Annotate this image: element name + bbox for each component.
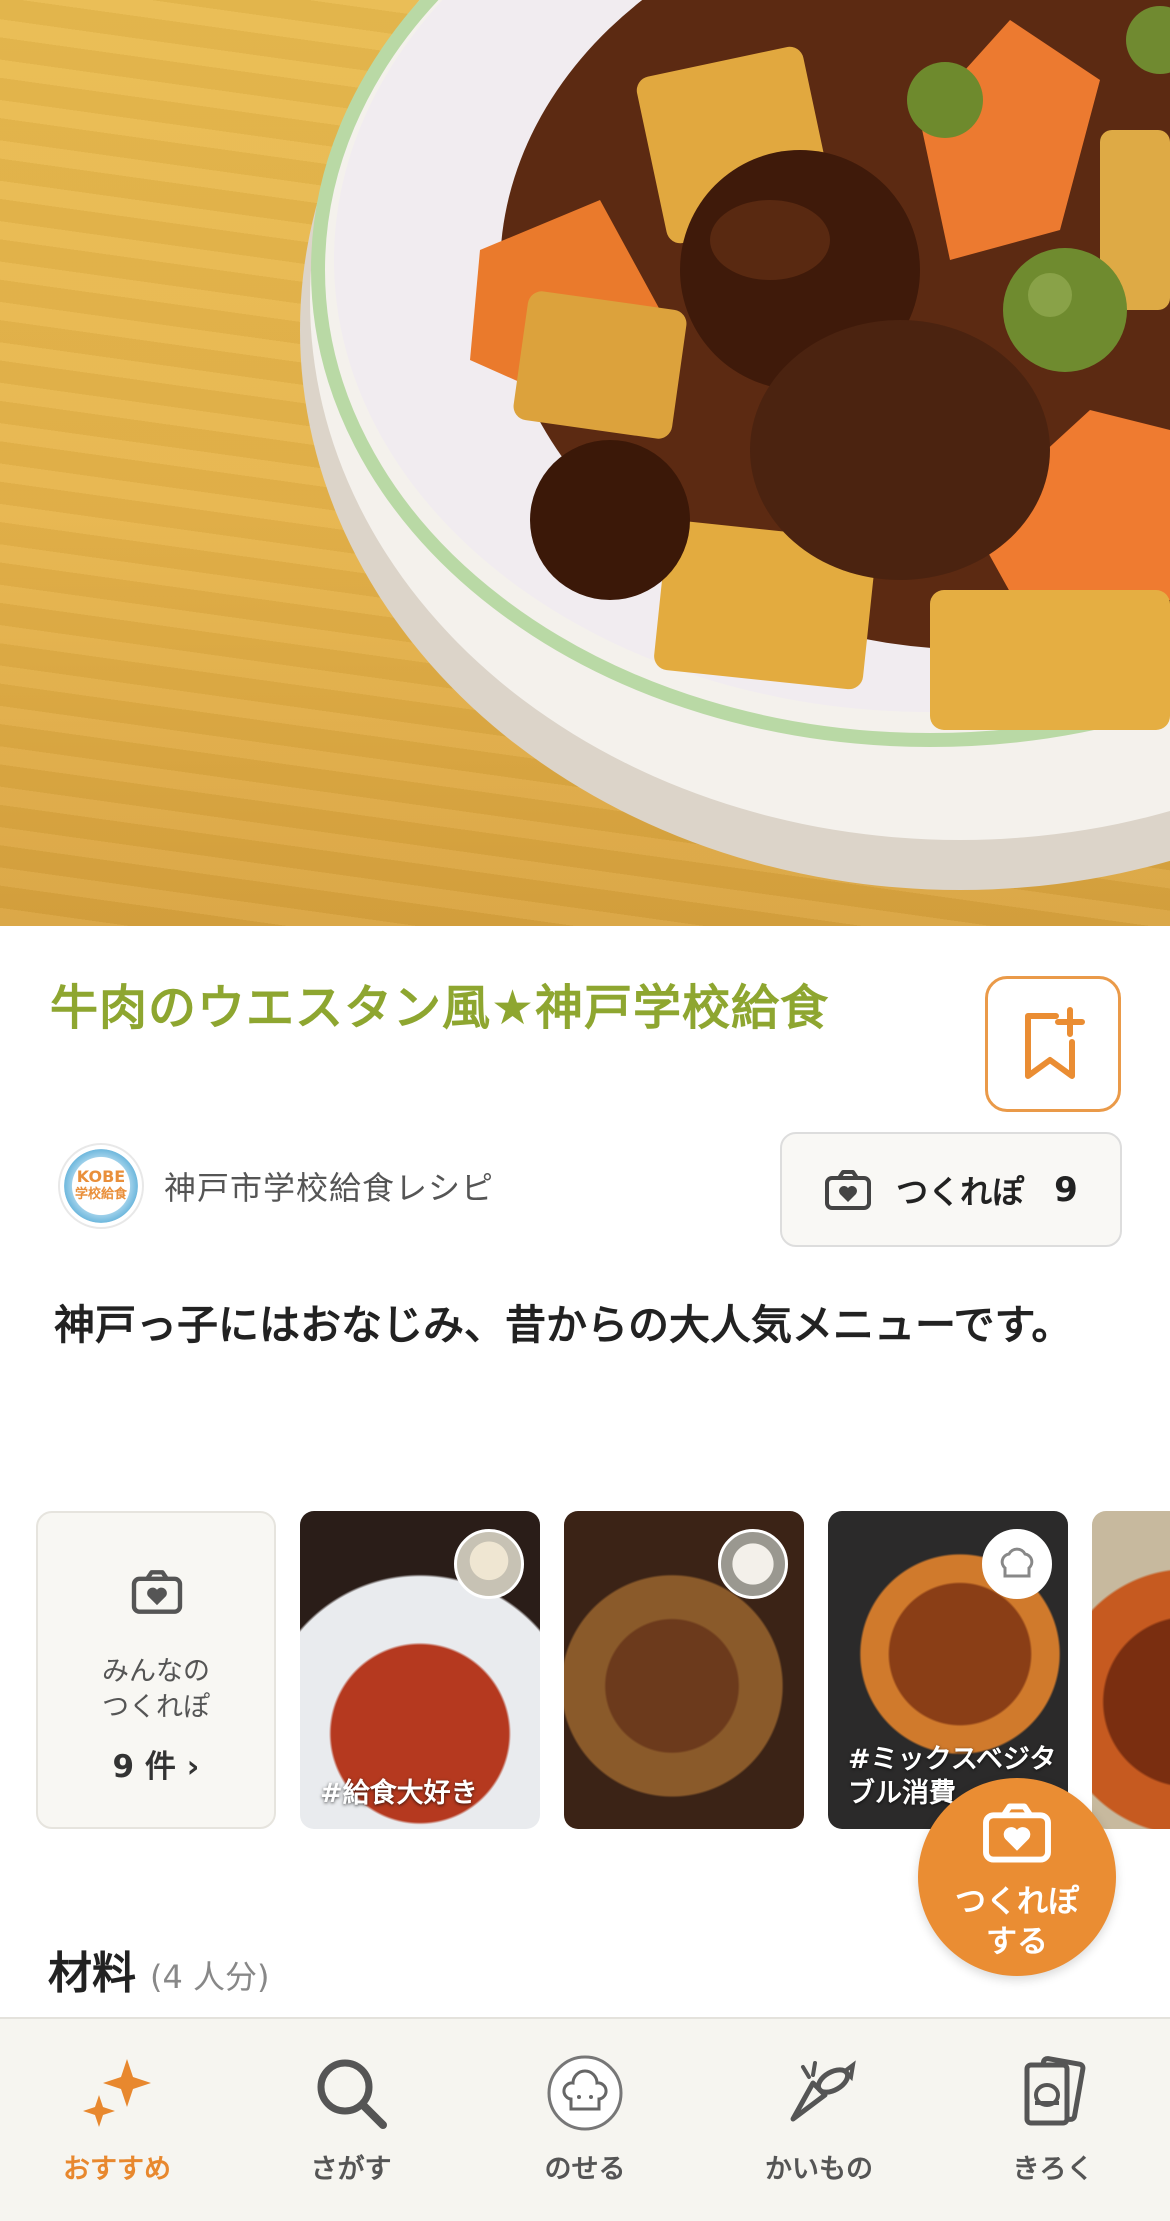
author-logo-text: KOBE (76, 1167, 126, 1186)
ingredients-header: 材料 (4 人分) (48, 1937, 270, 2001)
author-logo-subtext: 学校給食 (74, 1187, 127, 1202)
bookmark-add-button[interactable] (985, 976, 1121, 1112)
tsukurepo-thumb[interactable] (1092, 1511, 1170, 1829)
summary-line2: つくれぽ (102, 1692, 210, 1723)
tab-label: のせる (544, 2154, 626, 2185)
author-link[interactable]: KOBE 学校給食 神戸市学校給食レシピ (58, 1143, 494, 1229)
tsukurepo-thumb[interactable]: #給食大好き (300, 1511, 540, 1829)
tab-label: さがす (310, 2154, 392, 2185)
tsukurepo-count-button[interactable]: つくれぽ 9 (780, 1132, 1122, 1247)
servings-label: (4 人分) (150, 1958, 270, 1996)
author-avatar: KOBE 学校給食 (58, 1143, 144, 1229)
tab-osusume[interactable]: おすすめ (0, 2019, 234, 2221)
camera-heart-icon (825, 1169, 872, 1210)
tsukurepo-label: つくれぽ (896, 1172, 1025, 1211)
groceries-icon (790, 2060, 856, 2122)
bottom-tab-bar: おすすめ さがす のせる かいもの きろく (0, 2017, 1170, 2221)
recipe-title: 牛肉のウエスタン風★神戸学校給食 (50, 980, 830, 1036)
user-avatar (454, 1529, 524, 1599)
chef-hat-icon (547, 2055, 623, 2131)
fab-label-line2: する (986, 1924, 1048, 1960)
tab-label: おすすめ (63, 2154, 171, 2185)
chef-hat-avatar (982, 1529, 1052, 1599)
search-icon (317, 2059, 387, 2129)
summary-line1: みんなの (102, 1656, 210, 1687)
tsukurepo-count: 9 (1054, 1169, 1078, 1210)
recipe-cards-icon (1024, 2056, 1086, 2126)
fab-label-line1: つくれぽ (955, 1884, 1079, 1920)
tab-noseru[interactable]: のせる (468, 2019, 702, 2221)
ingredients-heading: 材料 (48, 1948, 136, 1999)
camera-heart-icon (131, 1570, 183, 1614)
chef-hat-icon (1000, 1547, 1034, 1578)
camera-heart-icon (983, 1803, 1051, 1863)
user-avatar (718, 1529, 788, 1599)
tab-label: かいもの (765, 2154, 873, 2185)
tsukurepo-thumb[interactable] (564, 1511, 804, 1829)
author-name: 神戸市学校給食レシピ (164, 1169, 495, 1207)
tab-kaimono[interactable]: かいもの (702, 2019, 936, 2221)
bookmark-plus-icon (1025, 1007, 1085, 1079)
tsukurepo-tag: #給食大好き (320, 1778, 478, 1809)
sparkle-icon (83, 2059, 151, 2127)
all-tsukurepo-card[interactable]: みんなの つくれぽ 9 件 › (36, 1511, 276, 1829)
post-tsukurepo-button[interactable]: つくれぽ する (918, 1778, 1116, 1976)
summary-count: 9 件 › (112, 1749, 200, 1785)
tab-sagasu[interactable]: さがす (234, 2019, 468, 2221)
tab-label: きろく (1012, 2154, 1094, 2185)
tab-kiroku[interactable]: きろく (936, 2019, 1170, 2221)
recipe-hero-image (0, 0, 1170, 926)
recipe-description: 神戸っ子にはおなじみ、昔からの大人気メニューです。 (54, 1301, 1073, 1349)
